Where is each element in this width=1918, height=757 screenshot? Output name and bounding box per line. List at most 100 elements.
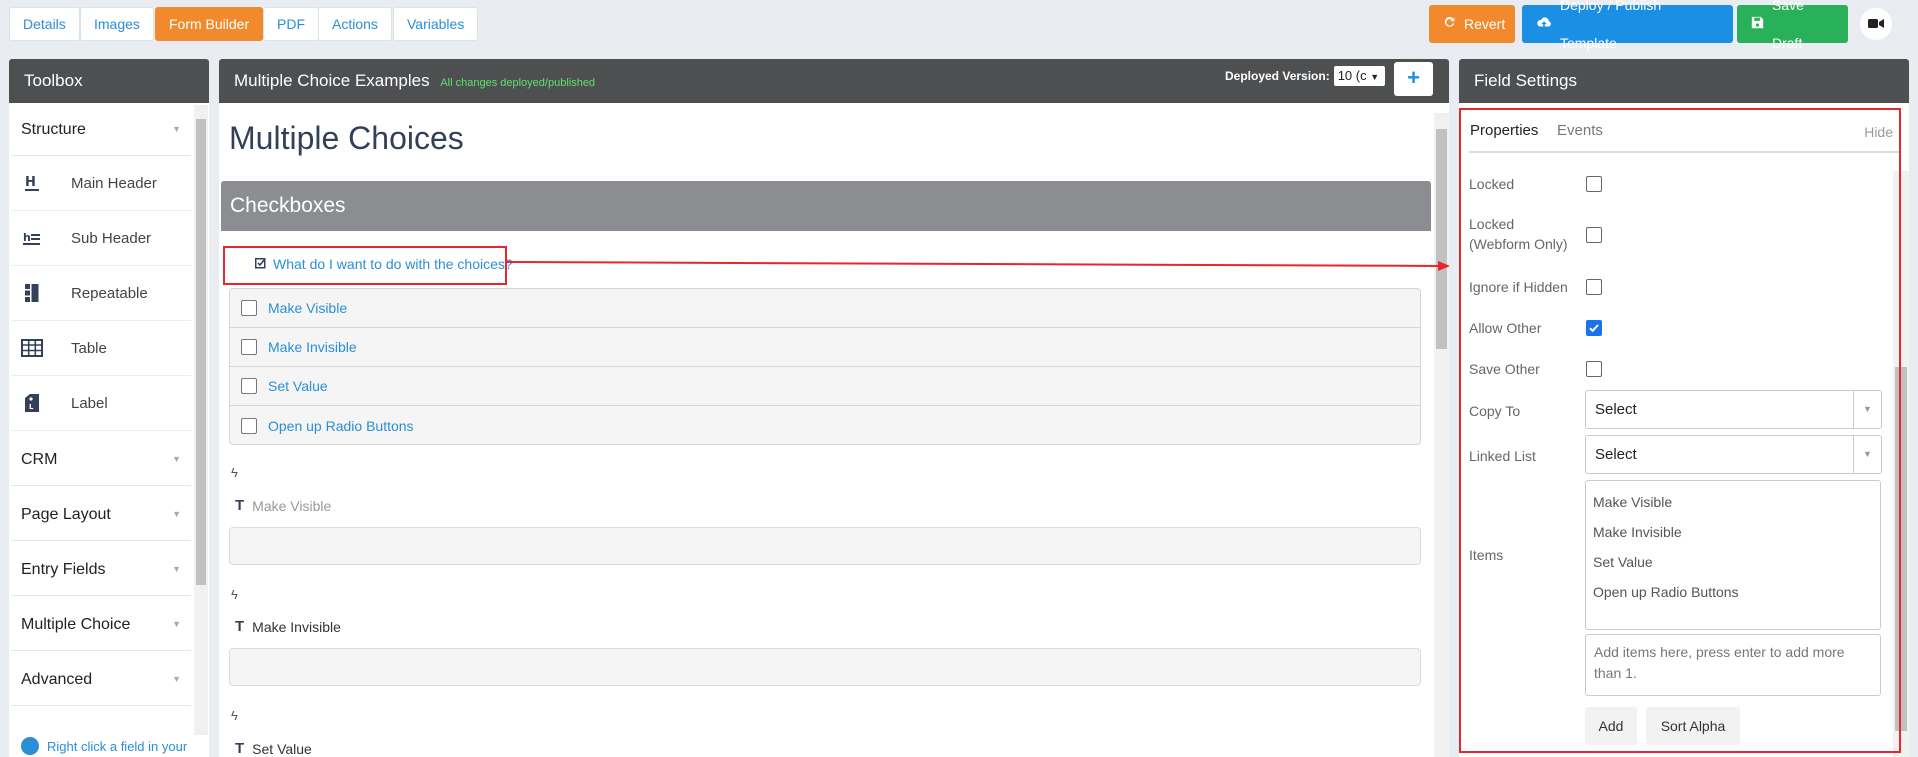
choice-label: Make Invisible <box>268 339 357 355</box>
caret-down-icon: ▼ <box>172 124 181 134</box>
section-label: Multiple Choice <box>21 616 131 633</box>
deployed-version-select[interactable]: 10 (c ▼ <box>1333 66 1385 86</box>
choice-label: Set Value <box>268 378 328 394</box>
table-icon <box>21 339 43 357</box>
text-field-icon: T <box>235 497 245 514</box>
section-label: Page Layout <box>21 506 111 523</box>
choice-item[interactable]: Open up Radio Buttons <box>230 406 1420 445</box>
toolbox-section-multiple-choice[interactable]: Multiple Choice ▼ <box>11 598 191 651</box>
label-tag-icon: L <box>21 394 43 412</box>
info-icon <box>21 737 39 755</box>
choice-item[interactable]: Make Visible <box>230 289 1420 328</box>
deploy-status: All changes deployed/published <box>440 77 596 89</box>
sub-header-icon: h <box>21 230 43 246</box>
toolbox-section-page-layout[interactable]: Page Layout ▼ <box>11 488 191 541</box>
svg-text:h: h <box>23 231 31 244</box>
section-label: Structure <box>21 121 86 138</box>
event-field-input[interactable] <box>229 648 1421 686</box>
checkbox-choices: Make Visible Make Invisible Set Value Op… <box>229 288 1421 445</box>
text-field-icon: T <box>235 618 245 635</box>
checkbox[interactable] <box>241 378 257 394</box>
save-draft-label: Save Draft <box>1772 0 1804 51</box>
toolbox-section-structure[interactable]: Structure ▼ <box>11 103 191 156</box>
tab-actions[interactable]: Actions <box>318 7 392 41</box>
event-field-text: Make Visible <box>252 497 332 514</box>
deploy-label: Deploy / Publish Template <box>1560 0 1662 51</box>
revert-button[interactable]: Revert <box>1429 5 1515 43</box>
main-header-icon: H <box>21 174 43 192</box>
tab-form-builder[interactable]: Form Builder <box>155 7 264 41</box>
deploy-publish-button[interactable]: Deploy / Publish Template <box>1522 0 1733 51</box>
toolbox-item-label: Main Header <box>71 174 157 192</box>
scrollbar-thumb[interactable] <box>1436 129 1447 349</box>
section-label: Advanced <box>21 671 93 688</box>
caret-down-icon: ▼ <box>172 454 181 464</box>
checkbox[interactable] <box>241 339 257 355</box>
annotation-box-settings <box>1459 108 1901 753</box>
checkbox[interactable] <box>241 300 257 316</box>
caret-down-icon: ▼ <box>172 674 181 684</box>
refresh-icon <box>1443 5 1456 43</box>
video-button[interactable] <box>1860 8 1892 40</box>
toolbox-header: Toolbox <box>9 59 209 103</box>
plus-icon: + <box>1407 65 1420 90</box>
form-name: Multiple Choice Examples <box>234 71 430 90</box>
event-field-label[interactable]: T Set Value <box>235 740 312 757</box>
cloud-upload-icon <box>1536 5 1552 43</box>
toolbox-hint: Right click a field in your <box>21 737 187 755</box>
toolbox-item-label[interactable]: L Label <box>11 376 191 431</box>
section-header[interactable]: Checkboxes <box>221 181 1431 231</box>
lightning-bolt-icon: ϟ <box>231 587 238 602</box>
tab-details[interactable]: Details <box>9 7 80 41</box>
form-canvas: Multiple Choices Checkboxes What do I wa… <box>219 103 1449 757</box>
lightning-bolt-icon: ϟ <box>231 708 238 723</box>
toolbox-hint-text: Right click a field in your <box>47 738 188 754</box>
annotation-box-question <box>223 246 507 285</box>
event-field-text: Make Invisible <box>252 618 341 635</box>
tab-variables[interactable]: Variables <box>393 7 479 41</box>
checkbox[interactable] <box>241 417 257 434</box>
revert-label: Revert <box>1464 16 1506 32</box>
toolbox-panel: Structure ▼ H Main Header h Sub Header R… <box>9 103 209 757</box>
toolbox-section-entry-fields[interactable]: Entry Fields ▼ <box>11 543 191 596</box>
toolbox-section-advanced[interactable]: Advanced ▼ <box>11 653 191 706</box>
toolbox-scrollbar[interactable] <box>194 105 208 735</box>
canvas-scrollbar[interactable] <box>1434 113 1449 757</box>
form-title: Multiple Choices <box>229 120 464 156</box>
add-page-button[interactable]: + <box>1394 62 1433 96</box>
toolbox-item-label: Repeatable <box>71 284 148 302</box>
event-field-text: Set Value <box>252 740 312 757</box>
save-draft-button[interactable]: Save Draft <box>1737 0 1848 51</box>
section-label: CRM <box>21 451 58 468</box>
annotation-arrow <box>505 261 1450 271</box>
repeatable-icon <box>21 284 43 302</box>
choice-item[interactable]: Make Invisible <box>230 328 1420 367</box>
video-camera-icon <box>1868 16 1884 32</box>
tab-pdf[interactable]: PDF <box>263 7 319 41</box>
toolbox-item-sub-header[interactable]: h Sub Header <box>11 211 191 266</box>
deployed-version-label: Deployed Version: <box>1225 69 1330 83</box>
choice-label: Make Visible <box>268 300 348 316</box>
choice-label: Open up Radio Buttons <box>268 417 414 434</box>
event-field-label[interactable]: T Make Invisible <box>235 618 341 635</box>
section-label: Entry Fields <box>21 561 106 578</box>
scrollbar-thumb[interactable] <box>196 119 206 585</box>
chevron-down-icon: ▼ <box>1370 72 1380 82</box>
top-toolbar: Details Images Form Builder PDF Actions … <box>0 0 1918 51</box>
caret-down-icon: ▼ <box>172 619 181 629</box>
svg-text:H: H <box>25 175 36 190</box>
deployed-version-value: 10 (c <box>1337 68 1367 83</box>
event-field-input[interactable] <box>229 527 1421 565</box>
tab-images[interactable]: Images <box>80 7 154 41</box>
toolbox-item-label: Table <box>71 339 107 357</box>
svg-text:L: L <box>29 403 34 411</box>
event-field-label[interactable]: T Make Visible <box>235 497 331 514</box>
toolbox-section-crm[interactable]: CRM ▼ <box>11 433 191 486</box>
choice-item[interactable]: Set Value <box>230 367 1420 406</box>
field-settings-header: Field Settings <box>1459 59 1909 103</box>
toolbox-item-repeatable[interactable]: Repeatable <box>11 266 191 321</box>
toolbox-item-table[interactable]: Table <box>11 321 191 376</box>
text-field-icon: T <box>235 740 245 757</box>
toolbox-item-label-text: Label <box>71 394 108 412</box>
toolbox-item-main-header[interactable]: H Main Header <box>11 156 191 211</box>
